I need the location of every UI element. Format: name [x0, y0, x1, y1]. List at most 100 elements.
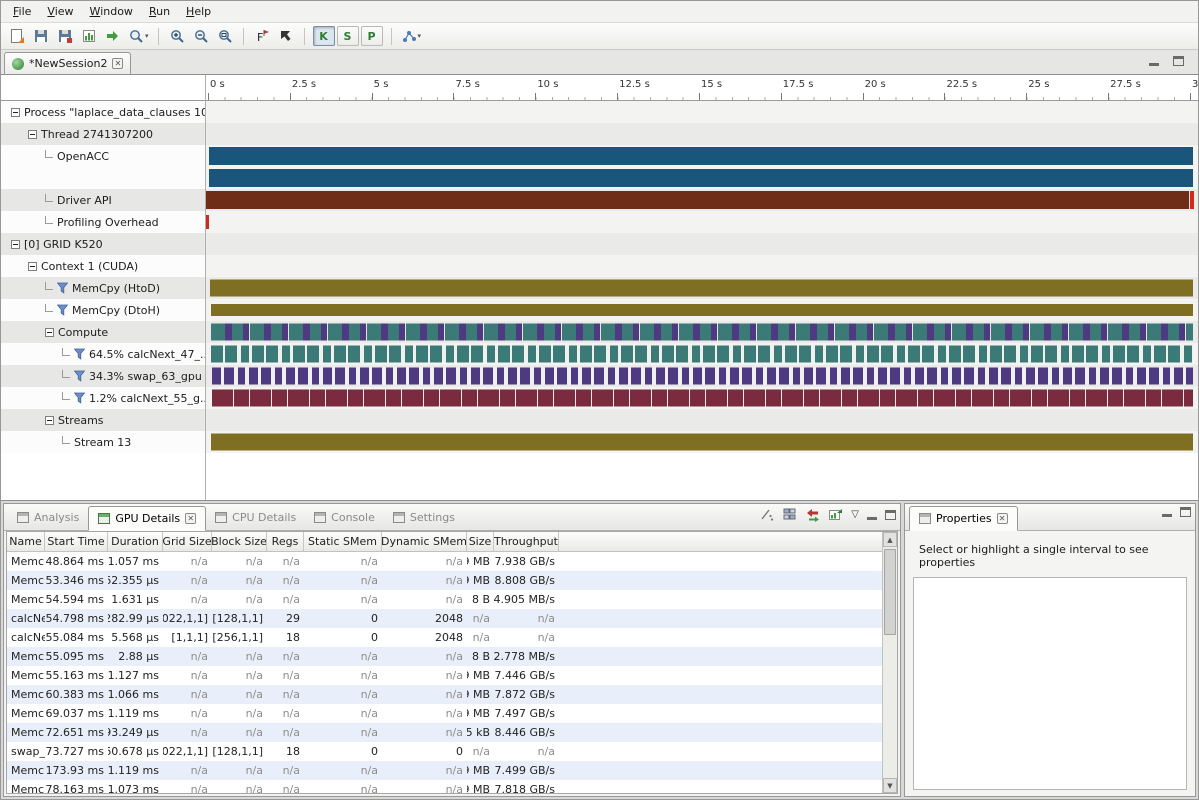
timeline-track[interactable] — [206, 233, 1198, 255]
timeline-bar[interactable] — [212, 390, 1193, 407]
menu-file[interactable]: File — [5, 2, 39, 21]
collapse-icon[interactable] — [11, 108, 20, 117]
maximize-icon[interactable] — [1180, 507, 1191, 517]
column-header-block-size[interactable]: Block Size — [212, 532, 267, 551]
table-row[interactable]: Memcpy148.864 ms1.057 msn/an/an/an/an/a9… — [7, 552, 882, 571]
timeline-track[interactable] — [206, 167, 1198, 189]
tab-session[interactable]: *NewSession2 ✕ — [4, 52, 131, 74]
column-header-regs[interactable]: Regs — [267, 532, 304, 551]
filter-icon[interactable] — [74, 392, 85, 404]
export-button[interactable] — [102, 25, 124, 47]
menu-view[interactable]: View — [39, 2, 81, 21]
timeline-bar[interactable] — [210, 280, 1193, 297]
collapse-icon[interactable] — [45, 328, 54, 337]
filter-icon[interactable] — [57, 282, 68, 294]
column-header-grid-size[interactable]: Grid Size — [163, 532, 212, 551]
marker-forward-button[interactable]: F — [251, 25, 273, 47]
table-row[interactable]: swap_63173.727 ms60.678 µs[1022,1,1][128… — [7, 742, 882, 761]
timeline-track[interactable] — [206, 255, 1198, 277]
timeline-row-label[interactable]: 34.3% swap_63_gpu — [1, 365, 206, 387]
p-toggle-button[interactable]: P — [361, 26, 383, 46]
s-toggle-button[interactable]: S — [337, 26, 359, 46]
table-row[interactable]: Memcpy173.93 ms1.119 msn/an/an/an/an/a9 … — [7, 761, 882, 780]
minimize-icon[interactable] — [1162, 514, 1172, 517]
timeline-bar[interactable] — [206, 191, 1189, 209]
timeline-row-label[interactable]: Stream 13 — [1, 431, 206, 453]
new-session-button[interactable] — [6, 25, 28, 47]
ruler-track[interactable]: 0 s2.5 s5 s7.5 s10 s12.5 s15 s17.5 s20 s… — [206, 75, 1198, 100]
collapse-icon[interactable] — [28, 262, 37, 271]
marker-back-button[interactable] — [275, 25, 297, 47]
tab-console[interactable]: Console — [305, 505, 384, 530]
collapse-icon[interactable] — [45, 416, 54, 425]
timeline-bar[interactable] — [209, 147, 1193, 165]
timeline-bar[interactable] — [211, 324, 1193, 341]
timeline-track[interactable] — [206, 101, 1198, 123]
tab-properties[interactable]: Properties ✕ — [909, 506, 1018, 531]
column-header-start-time[interactable]: Start Time — [45, 532, 108, 551]
timeline-track[interactable] — [206, 387, 1198, 409]
column-header-name[interactable]: Name — [7, 532, 45, 551]
analysis-button[interactable]: ▾ — [399, 25, 424, 47]
timeline-row-label[interactable]: [0] GRID K520 — [1, 233, 206, 255]
table-row[interactable]: Memcpy155.163 ms1.127 msn/an/an/an/an/a9… — [7, 666, 882, 685]
tab-gpu-details[interactable]: GPU Details✕ — [88, 506, 206, 531]
timeline-row-label[interactable]: Context 1 (CUDA) — [1, 255, 206, 277]
scroll-up-button[interactable]: ▲ — [883, 532, 897, 547]
chart-export-icon[interactable] — [828, 507, 843, 522]
menu-run[interactable]: Run — [141, 2, 178, 21]
menu-window[interactable]: Window — [82, 2, 141, 21]
timeline-row-label[interactable]: OpenACC — [1, 145, 206, 167]
timeline-row-label[interactable]: Streams — [1, 409, 206, 431]
timeline-track[interactable] — [206, 123, 1198, 145]
column-header-size[interactable]: Size — [467, 532, 494, 551]
tab-analysis[interactable]: Analysis — [8, 505, 88, 530]
tab-settings[interactable]: Settings — [384, 505, 464, 530]
table-row[interactable]: Memcpy153.346 ms62.355 µsn/an/an/an/an/a… — [7, 571, 882, 590]
close-icon[interactable]: ✕ — [112, 58, 123, 69]
timeline-row-label[interactable]: Profiling Overhead — [1, 211, 206, 233]
maximize-icon[interactable] — [1173, 56, 1184, 66]
scrollbar-thumb[interactable] — [884, 549, 896, 635]
table-row[interactable]: Memcpy154.594 ms1.631 µsn/an/an/an/an/a8… — [7, 590, 882, 609]
column-header-throughput[interactable]: Throughput — [494, 532, 559, 551]
table-row[interactable]: Memcpy155.095 ms2.88 µsn/an/an/an/an/a8 … — [7, 647, 882, 666]
timeline-bar[interactable] — [209, 169, 1193, 187]
group-by-icon[interactable] — [782, 507, 797, 522]
zoom-tool-button[interactable]: ▾ — [126, 25, 151, 47]
table-row[interactable]: Memcpy178.163 ms1.073 msn/an/an/an/an/a9… — [7, 780, 882, 793]
zoom-fit-button[interactable] — [214, 25, 236, 47]
table-row[interactable]: calcNext155.084 ms5.568 µs[1,1,1][256,1,… — [7, 628, 882, 647]
collapse-icon[interactable] — [11, 240, 20, 249]
timeline-row-label[interactable]: Compute — [1, 321, 206, 343]
pen-dots-icon[interactable] — [759, 507, 774, 522]
save-as-button[interactable] — [54, 25, 76, 47]
table-row[interactable]: Memcpy172.651 ms93.249 µsn/an/an/an/an/a… — [7, 723, 882, 742]
close-icon[interactable]: ✕ — [997, 513, 1008, 524]
k-toggle-button[interactable]: K — [313, 26, 335, 46]
close-icon[interactable]: ✕ — [185, 513, 196, 524]
timeline-track[interactable] — [206, 211, 1198, 233]
timeline-track[interactable] — [206, 409, 1198, 431]
timeline-bar[interactable] — [206, 215, 209, 229]
zoom-in-button[interactable] — [166, 25, 188, 47]
table-row[interactable]: Memcpy169.037 ms1.119 msn/an/an/an/an/a9… — [7, 704, 882, 723]
dropdown-caret-icon[interactable]: ▾ — [145, 32, 149, 40]
column-header-duration[interactable]: Duration — [108, 532, 163, 551]
timeline-row-label[interactable]: 64.5% calcNext_47_... — [1, 343, 206, 365]
column-header-static-smem[interactable]: Static SMem — [304, 532, 382, 551]
column-header-dynamic-smem[interactable]: Dynamic SMem — [382, 532, 467, 551]
timeline-track[interactable] — [206, 299, 1198, 321]
timeline-row-label[interactable] — [1, 167, 206, 189]
table-row[interactable]: Memcpy160.383 ms1.066 msn/an/an/an/an/a9… — [7, 685, 882, 704]
table-row[interactable]: calcNext154.798 ms282.99 µs[1022,1,1][12… — [7, 609, 882, 628]
timeline-bar[interactable] — [1190, 191, 1193, 209]
timeline-row-label[interactable]: Driver API — [1, 189, 206, 211]
timeline-track[interactable] — [206, 343, 1198, 365]
save-button[interactable] — [30, 25, 52, 47]
dropdown-caret-icon[interactable]: ▾ — [418, 32, 422, 40]
timeline-bar[interactable] — [211, 304, 1193, 316]
timeline-bar[interactable] — [211, 434, 1193, 451]
filter-icon[interactable] — [74, 370, 85, 382]
scroll-down-button[interactable]: ▼ — [883, 778, 897, 793]
